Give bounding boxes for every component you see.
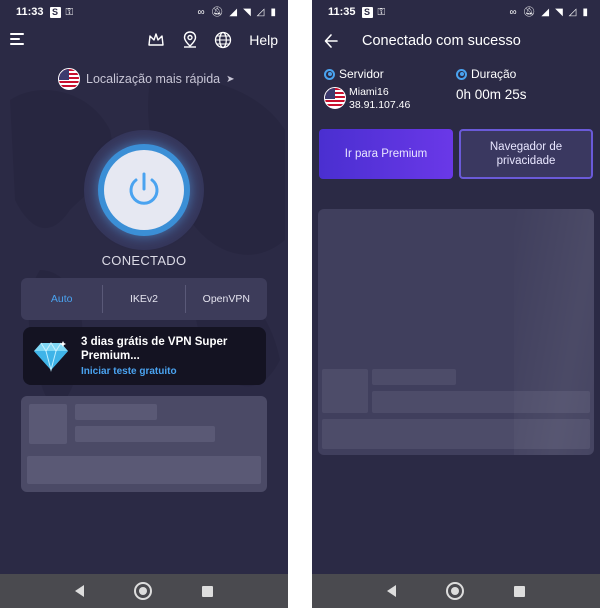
power-icon — [129, 172, 159, 205]
placeholder-line — [75, 426, 215, 442]
header: Conectado com sucesso — [312, 30, 600, 54]
wifi-icon: ◥ — [243, 6, 251, 18]
vpn-key-icon: ⚿ — [65, 6, 74, 18]
nav-home-icon[interactable] — [446, 582, 464, 600]
cell-signal-icon: ◿ — [568, 6, 577, 18]
wifi-icon: ◥ — [555, 6, 563, 18]
notification-s-icon: S — [361, 6, 373, 18]
location-pin-icon[interactable] — [180, 30, 200, 50]
status-bar: 11:33 S ⚿ ∞ 🔕︎ ◢ ◥ ◿ ▮ — [0, 0, 288, 24]
nav-home-icon[interactable] — [134, 582, 152, 600]
battery-icon: ▮ — [582, 6, 588, 18]
vpn-key-icon: ⚿ — [377, 6, 386, 18]
cell-signal-icon: ◿ — [256, 6, 265, 18]
duration-value: 0h 00m 25s — [456, 87, 527, 102]
protocol-selector: Auto IKEv2 OpenVPN — [21, 278, 267, 320]
nav-recents-icon[interactable] — [514, 585, 525, 597]
server-label: Servidor — [339, 67, 384, 81]
fastest-location-selector[interactable]: Localização mais rápida ➤ — [58, 68, 235, 90]
duration-section-label: Duração — [456, 67, 516, 81]
promo-title: 3 dias grátis de VPN Super Premium... — [81, 336, 228, 362]
system-nav-bar — [0, 574, 288, 608]
status-icons: ∞ 🔕︎ ◢ ◥ ◿ ▮ — [198, 7, 276, 18]
nav-back-icon[interactable] — [75, 585, 84, 597]
connected-screen: 11:33 S ⚿ ∞ 🔕︎ ◢ ◥ ◿ ▮ Help Localização … — [0, 0, 288, 608]
nav-recents-icon[interactable] — [202, 585, 213, 597]
placeholder-thumb — [322, 369, 368, 413]
radio-icon — [456, 68, 467, 80]
power-button-face — [104, 150, 184, 230]
placeholder-thumb — [29, 404, 67, 444]
clock: 11:33 — [16, 6, 44, 18]
start-trial-link[interactable]: Iniciar teste gratuito — [81, 366, 177, 377]
nav-back-icon[interactable] — [387, 585, 396, 597]
crown-icon[interactable] — [146, 30, 166, 50]
location-label: Localização mais rápida — [86, 72, 221, 86]
privacy-browser-button[interactable]: Navegador de privacidade — [459, 129, 593, 179]
placeholder-bar — [322, 419, 590, 449]
server-ip: 38.91.107.46 — [349, 99, 411, 111]
server-section-label: Servidor — [324, 67, 384, 81]
us-flag-icon — [58, 68, 80, 90]
ad-placeholder — [21, 396, 267, 492]
menu-icon[interactable] — [10, 33, 24, 45]
go-premium-button[interactable]: Ir para Premium — [319, 129, 453, 179]
page-title: Conectado com sucesso — [362, 33, 521, 49]
status-bar: 11:35 S ⚿ ∞ 🔕︎ ◢ ◥ ◿ ▮ — [312, 0, 600, 24]
placeholder-line — [75, 404, 157, 420]
link-icon: ∞ — [197, 6, 205, 18]
connection-success-screen: 11:35 S ⚿ ∞ 🔕︎ ◢ ◥ ◿ ▮ Conectado com suc… — [312, 0, 600, 608]
protocol-auto[interactable]: Auto — [21, 285, 102, 313]
signal-icon: ◢ — [229, 6, 238, 18]
system-nav-bar — [312, 574, 600, 608]
protocol-ikev2[interactable]: IKEv2 — [102, 285, 184, 313]
duration-label: Duração — [471, 67, 517, 81]
radio-icon — [324, 68, 335, 80]
us-flag-icon — [324, 87, 346, 109]
power-button[interactable] — [98, 144, 190, 236]
globe-icon[interactable] — [213, 30, 233, 50]
link-icon: ∞ — [509, 6, 517, 18]
clock: 11:35 — [328, 6, 356, 18]
diamond-icon — [34, 341, 68, 372]
placeholder-line — [372, 391, 590, 413]
connection-status: CONECTADO — [101, 253, 187, 268]
placeholder-line — [372, 369, 456, 385]
battery-icon: ▮ — [270, 6, 276, 18]
top-bar: Help — [0, 28, 288, 54]
mute-icon: 🔕︎ — [522, 6, 536, 18]
status-icons: ∞ 🔕︎ ◢ ◥ ◿ ▮ — [510, 7, 588, 18]
notification-s-icon: S — [49, 6, 61, 18]
mute-icon: 🔕︎ — [210, 6, 224, 18]
server-name: Miami16 — [349, 86, 389, 98]
ad-placeholder — [318, 209, 594, 455]
back-arrow-icon[interactable] — [324, 32, 338, 50]
help-link[interactable]: Help — [249, 32, 278, 48]
arrow-right-icon: ➤ — [226, 73, 235, 85]
premium-trial-banner[interactable]: 3 dias grátis de VPN Super Premium... In… — [23, 327, 266, 385]
signal-icon: ◢ — [541, 6, 550, 18]
power-button-halo — [84, 130, 204, 250]
protocol-openvpn[interactable]: OpenVPN — [184, 285, 267, 313]
placeholder-bar — [27, 456, 261, 484]
